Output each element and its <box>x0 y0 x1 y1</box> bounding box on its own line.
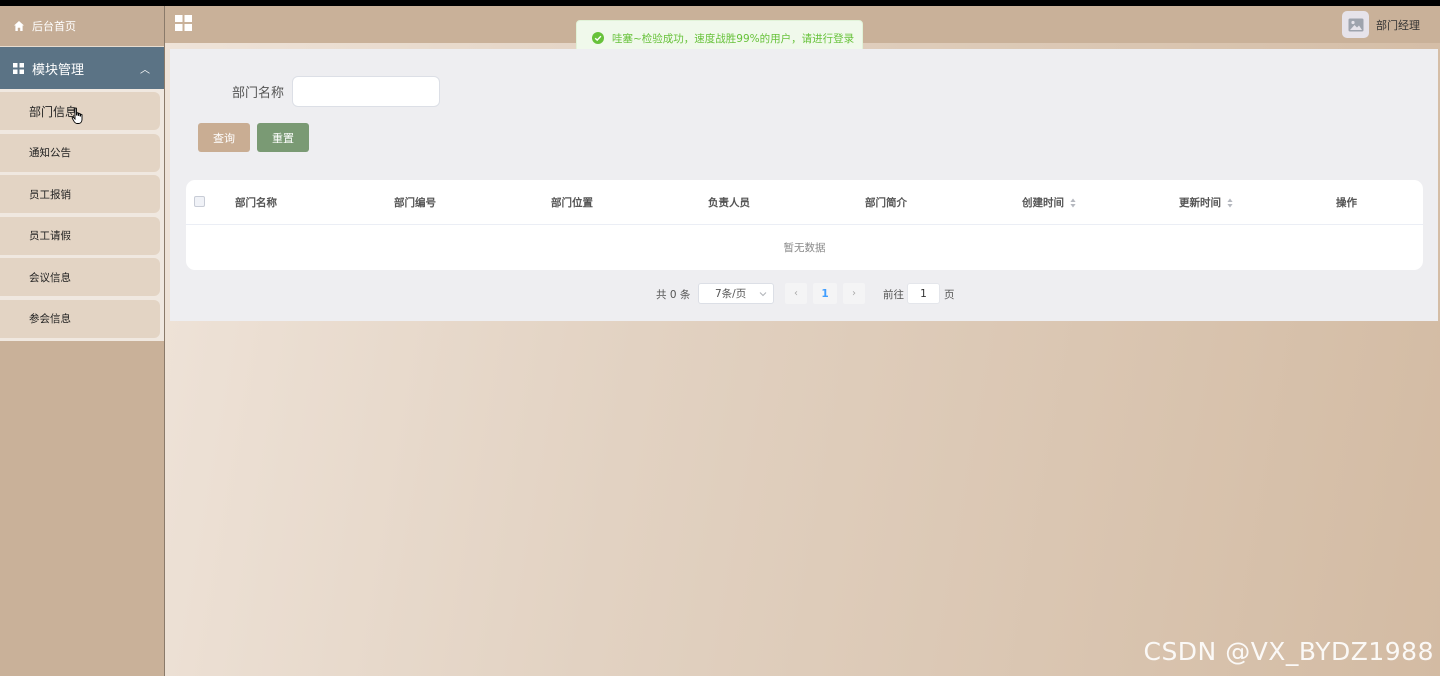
sidebar-home-label: 后台首页 <box>32 20 76 33</box>
chevron-right-icon: › <box>852 288 856 299</box>
toast-message: 哇塞~检验成功，速度战胜99%的用户，请进行登录 <box>612 32 855 45</box>
sidebar-item-label: 员工报销 <box>29 188 71 201</box>
search-form: 部门名称 <box>232 76 441 107</box>
hand-cursor-icon <box>71 107 83 124</box>
sidebar-menu: 部门信息 通知公告 员工报销 员工请假 会议信息 参会信息 <box>0 89 164 341</box>
sidebar-item-leave[interactable]: 员工请假 <box>0 216 160 255</box>
watermark: CSDN @VX_BYDZ1988 <box>1143 637 1434 666</box>
sidebar-item-label: 参会信息 <box>29 313 71 325</box>
column-header-sortable[interactable]: 创建时间 <box>1022 195 1076 210</box>
reset-button[interactable]: 重置 <box>257 123 309 152</box>
sidebar-item-label: 部门信息 <box>29 104 78 119</box>
page-unit-label: 页 <box>944 289 955 301</box>
sidebar-item-label: 通知公告 <box>29 147 71 159</box>
sidebar-item-attendee[interactable]: 参会信息 <box>0 299 160 338</box>
image-icon <box>1348 18 1363 31</box>
chevron-up-icon: ︿ <box>140 64 150 76</box>
page-size-select[interactable]: 7条/页 <box>698 283 774 304</box>
column-header: 部门编号 <box>394 197 436 209</box>
column-header: 操作 <box>1336 197 1357 209</box>
app-frame: 后台首页 模块管理 ︿ 部门信息 通知公告 员工报销 员工请假 会议信息 参会信… <box>0 6 1440 676</box>
grid-icon <box>13 62 24 74</box>
sort-icon[interactable] <box>1227 198 1233 208</box>
department-name-input[interactable] <box>292 76 441 107</box>
sidebar-module-header[interactable]: 模块管理 ︿ <box>0 47 164 89</box>
chevron-left-icon: ‹ <box>794 288 798 299</box>
column-header: 负责人员 <box>708 197 750 209</box>
goto-label: 前往 <box>883 289 904 301</box>
page-size-value: 7条/页 <box>715 288 747 300</box>
avatar[interactable] <box>1342 11 1369 38</box>
sidebar-item-notice[interactable]: 通知公告 <box>0 133 160 172</box>
check-circle-icon <box>592 32 604 44</box>
user-menu[interactable]: 部门经理 <box>1342 11 1420 38</box>
sidebar-item-reimbursement[interactable]: 员工报销 <box>0 175 160 213</box>
sidebar-item-meeting[interactable]: 会议信息 <box>0 258 160 296</box>
sidebar-item-label: 员工请假 <box>29 230 71 242</box>
column-header: 部门名称 <box>235 197 277 209</box>
next-page-button[interactable]: › <box>843 283 865 304</box>
column-header-sortable[interactable]: 更新时间 <box>1179 195 1233 210</box>
pagination-total: 共 0 条 <box>656 289 691 301</box>
menu-toggle-icon[interactable] <box>175 15 192 31</box>
sort-icon[interactable] <box>1070 198 1076 208</box>
sidebar-item-label: 会议信息 <box>29 271 71 284</box>
home-icon <box>14 21 24 31</box>
column-header: 部门简介 <box>865 197 907 209</box>
sidebar-home[interactable]: 后台首页 <box>0 6 164 47</box>
column-header: 部门位置 <box>551 197 593 209</box>
select-all-checkbox[interactable] <box>194 196 205 207</box>
sidebar-item-department[interactable]: 部门信息 <box>0 92 160 130</box>
prev-page-button[interactable]: ‹ <box>785 283 807 304</box>
user-name: 部门经理 <box>1376 18 1420 32</box>
sidebar: 后台首页 模块管理 ︿ 部门信息 通知公告 员工报销 员工请假 会议信息 参会信… <box>0 6 165 676</box>
page-number[interactable]: 1 <box>813 283 837 304</box>
search-label: 部门名称 <box>232 86 285 101</box>
data-table: 部门名称 部门编号 部门位置 负责人员 部门简介 创建时间 更新时间 操作 暂无… <box>186 180 1423 270</box>
sidebar-module-label: 模块管理 <box>32 62 85 78</box>
main-panel: 部门名称 查询 重置 部门名称 部门编号 部门位置 负责人员 部门简介 创建时间 <box>170 49 1438 321</box>
pagination: 共 0 条 7条/页 ‹ 1 › 前往 页 <box>170 283 1438 305</box>
table-header: 部门名称 部门编号 部门位置 负责人员 部门简介 创建时间 更新时间 操作 <box>186 180 1423 225</box>
query-button[interactable]: 查询 <box>198 123 250 152</box>
goto-page-input[interactable] <box>907 283 940 304</box>
table-empty-text: 暂无数据 <box>783 241 826 254</box>
chevron-down-icon <box>759 292 767 297</box>
